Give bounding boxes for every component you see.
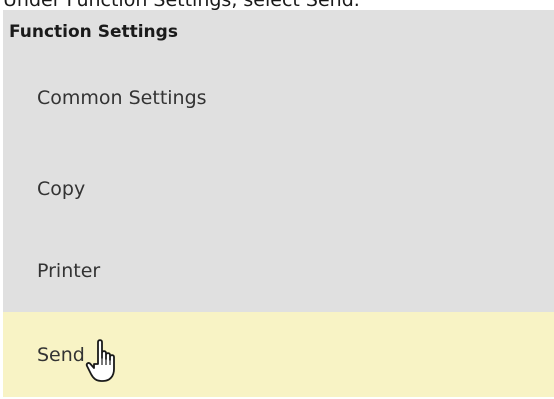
menu-item-printer[interactable]: Printer — [3, 230, 554, 312]
menu-item-label: Common Settings — [37, 87, 207, 109]
hand-pointer-icon — [85, 339, 115, 382]
menu-item-send[interactable]: Send — [3, 312, 554, 397]
menu-item-label: Printer — [37, 260, 101, 282]
menu-item-label: Copy — [37, 178, 86, 200]
menu-item-common-settings[interactable]: Common Settings — [3, 54, 554, 148]
menu-item-copy[interactable]: Copy — [3, 148, 554, 230]
function-settings-panel: Function Settings Common Settings Copy P… — [3, 10, 554, 397]
menu-item-label: Send — [37, 343, 85, 366]
panel-header: Function Settings — [9, 22, 178, 42]
